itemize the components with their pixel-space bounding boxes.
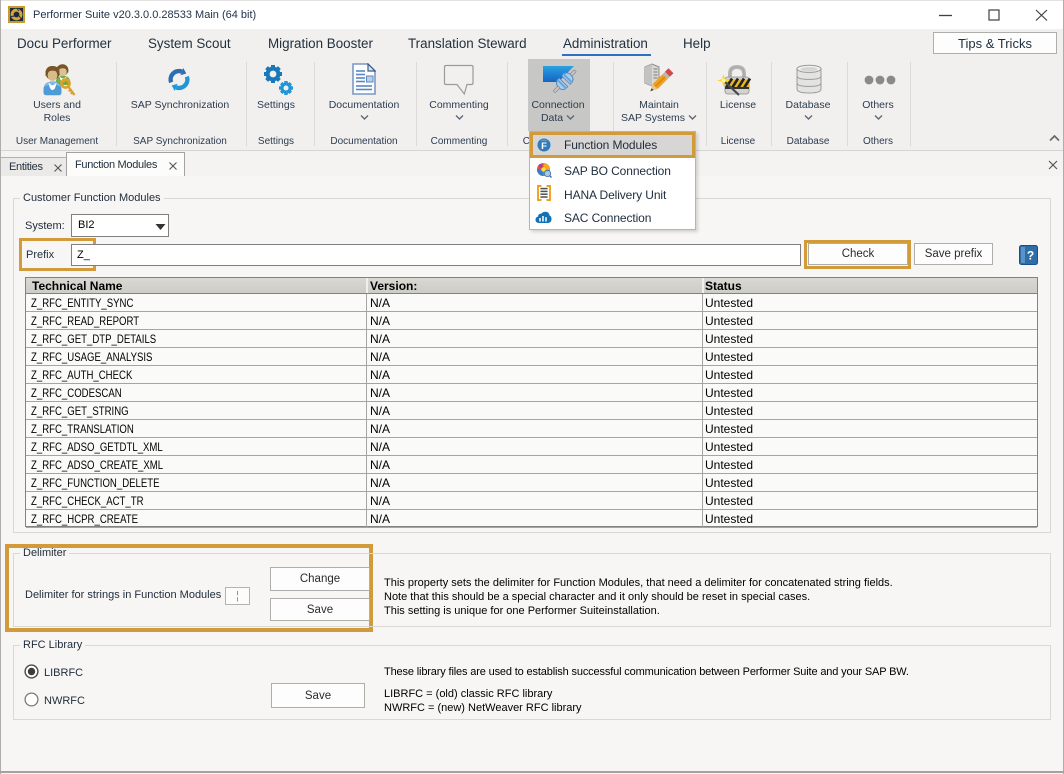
svg-text:F: F — [541, 141, 547, 152]
svg-text:?: ? — [1027, 249, 1034, 263]
